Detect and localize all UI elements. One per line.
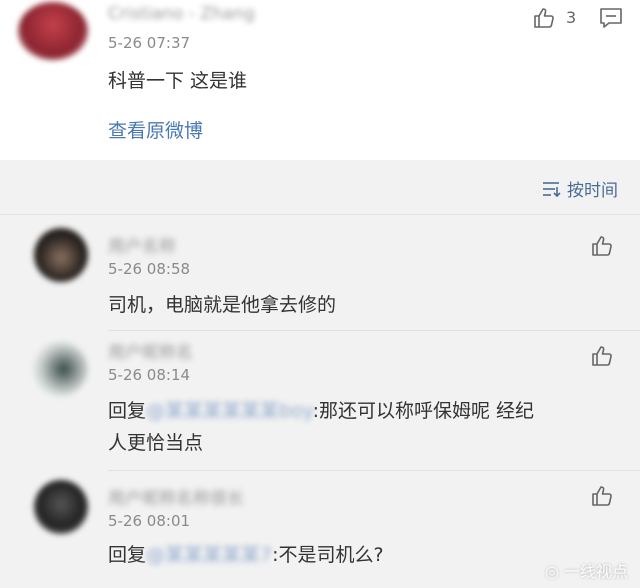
author-name[interactable]: Cristiano - Zhang bbox=[108, 4, 255, 24]
watermark-text: 一线视点 bbox=[563, 562, 628, 581]
weibo-logo-icon: ◎ bbox=[544, 562, 564, 581]
thumbs-up-icon bbox=[534, 8, 554, 28]
avatar[interactable] bbox=[34, 228, 88, 282]
divider bbox=[108, 470, 640, 471]
reply-text: :不是司机么? bbox=[272, 544, 384, 566]
like-button[interactable]: 3 bbox=[532, 6, 590, 32]
comment-text: 回复@某某某某某某boy:那还可以称呼保姆呢 经纪 bbox=[108, 396, 534, 423]
comment-time: 5-26 07:37 bbox=[108, 34, 191, 52]
comment-time: 5-26 08:01 bbox=[108, 512, 191, 530]
avatar[interactable] bbox=[34, 342, 88, 396]
comment-icon bbox=[600, 8, 622, 28]
thumbs-up-icon[interactable] bbox=[590, 344, 614, 368]
comment-time: 5-26 08:58 bbox=[108, 260, 191, 278]
avatar[interactable] bbox=[18, 2, 88, 60]
author-name[interactable]: 用户昵称名 bbox=[108, 338, 193, 363]
author-name[interactable]: 用户昵称名称很长 bbox=[108, 484, 244, 509]
comment-text: 科普一下 这是谁 bbox=[108, 70, 248, 92]
comment-text-continued: 人更恰当点 bbox=[108, 432, 204, 454]
avatar[interactable] bbox=[34, 480, 88, 534]
comment-text: 回复@某某某某某7:不是司机么? bbox=[108, 540, 384, 567]
reply-prefix: 回复 bbox=[108, 544, 147, 566]
comment-time: 5-26 08:14 bbox=[108, 366, 191, 384]
reply-prefix: 回复 bbox=[108, 400, 147, 422]
like-count: 3 bbox=[566, 8, 577, 27]
comment-text: 司机，电脑就是他拿去修的 bbox=[108, 294, 337, 316]
mention-link[interactable]: @某某某某某7 bbox=[146, 544, 272, 566]
reply-button[interactable] bbox=[598, 6, 626, 32]
top-comment-card: Cristiano - Zhang 5-26 07:37 科普一下 这是谁 查看… bbox=[0, 0, 640, 160]
sort-icon bbox=[543, 181, 561, 197]
thumbs-up-icon[interactable] bbox=[590, 234, 614, 258]
divider bbox=[0, 214, 640, 215]
divider bbox=[108, 330, 640, 331]
sort-by-time-button[interactable]: 按时间 bbox=[541, 176, 618, 201]
view-original-link[interactable]: 查看原微博 bbox=[108, 116, 203, 143]
mention-link[interactable]: @某某某某某某boy bbox=[146, 400, 313, 422]
watermark: ◎ 一线视点 bbox=[545, 558, 628, 582]
thumbs-up-icon[interactable] bbox=[590, 484, 614, 508]
author-name[interactable]: 用户名称 bbox=[108, 232, 176, 257]
reply-text: :那还可以称呼保姆呢 经纪 bbox=[312, 400, 535, 422]
sort-label: 按时间 bbox=[567, 181, 618, 201]
